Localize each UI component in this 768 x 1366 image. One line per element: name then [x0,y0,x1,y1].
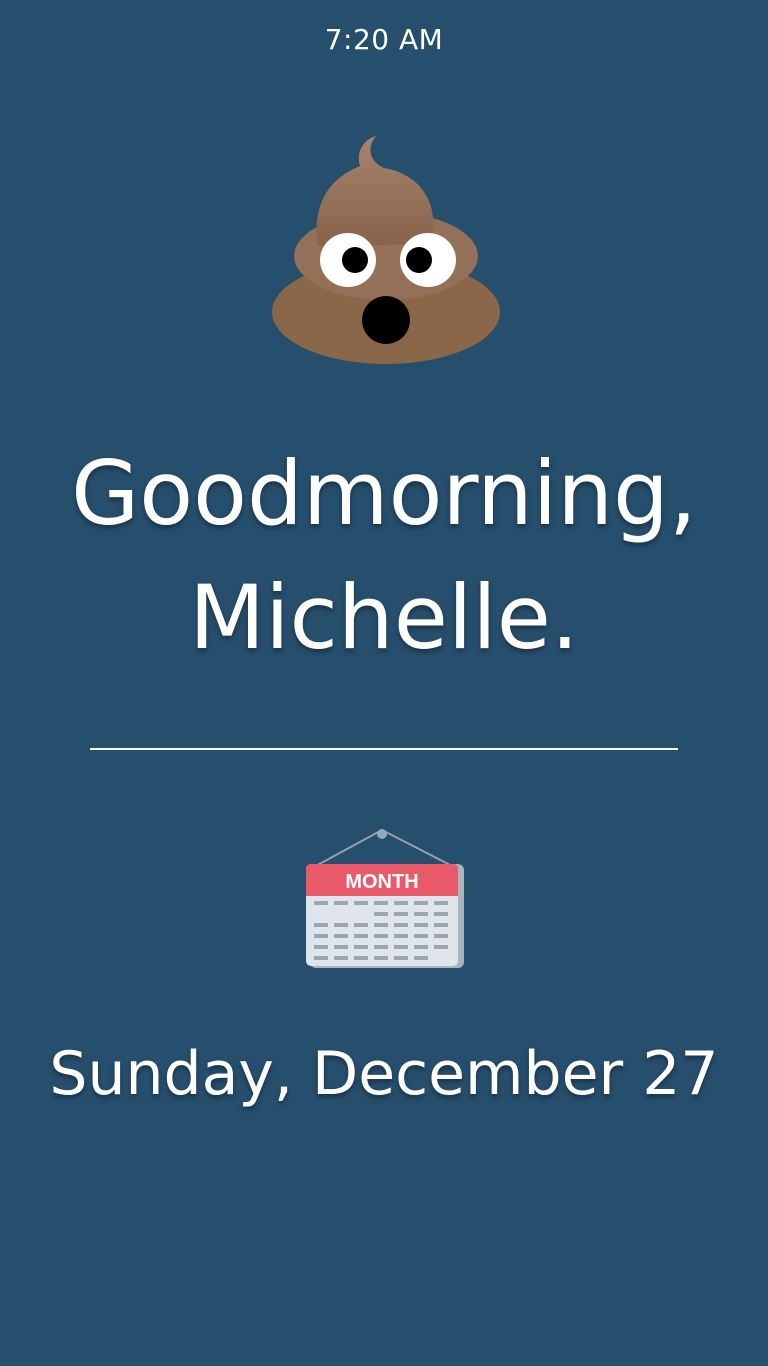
greeting-name: Michelle. [189,566,579,669]
status-time: 7:20 AM [324,23,444,56]
current-date: Sunday, December 27 [49,1039,719,1109]
greeting-line-1: Goodmorning, [71,442,697,545]
greeting-heading: Goodmorning, Michelle. [0,432,768,680]
divider [90,748,678,750]
pile-of-poo-icon [272,136,500,364]
calendar-month-label: MONTH [345,871,418,893]
calendar-icon: MONTH [306,828,464,968]
